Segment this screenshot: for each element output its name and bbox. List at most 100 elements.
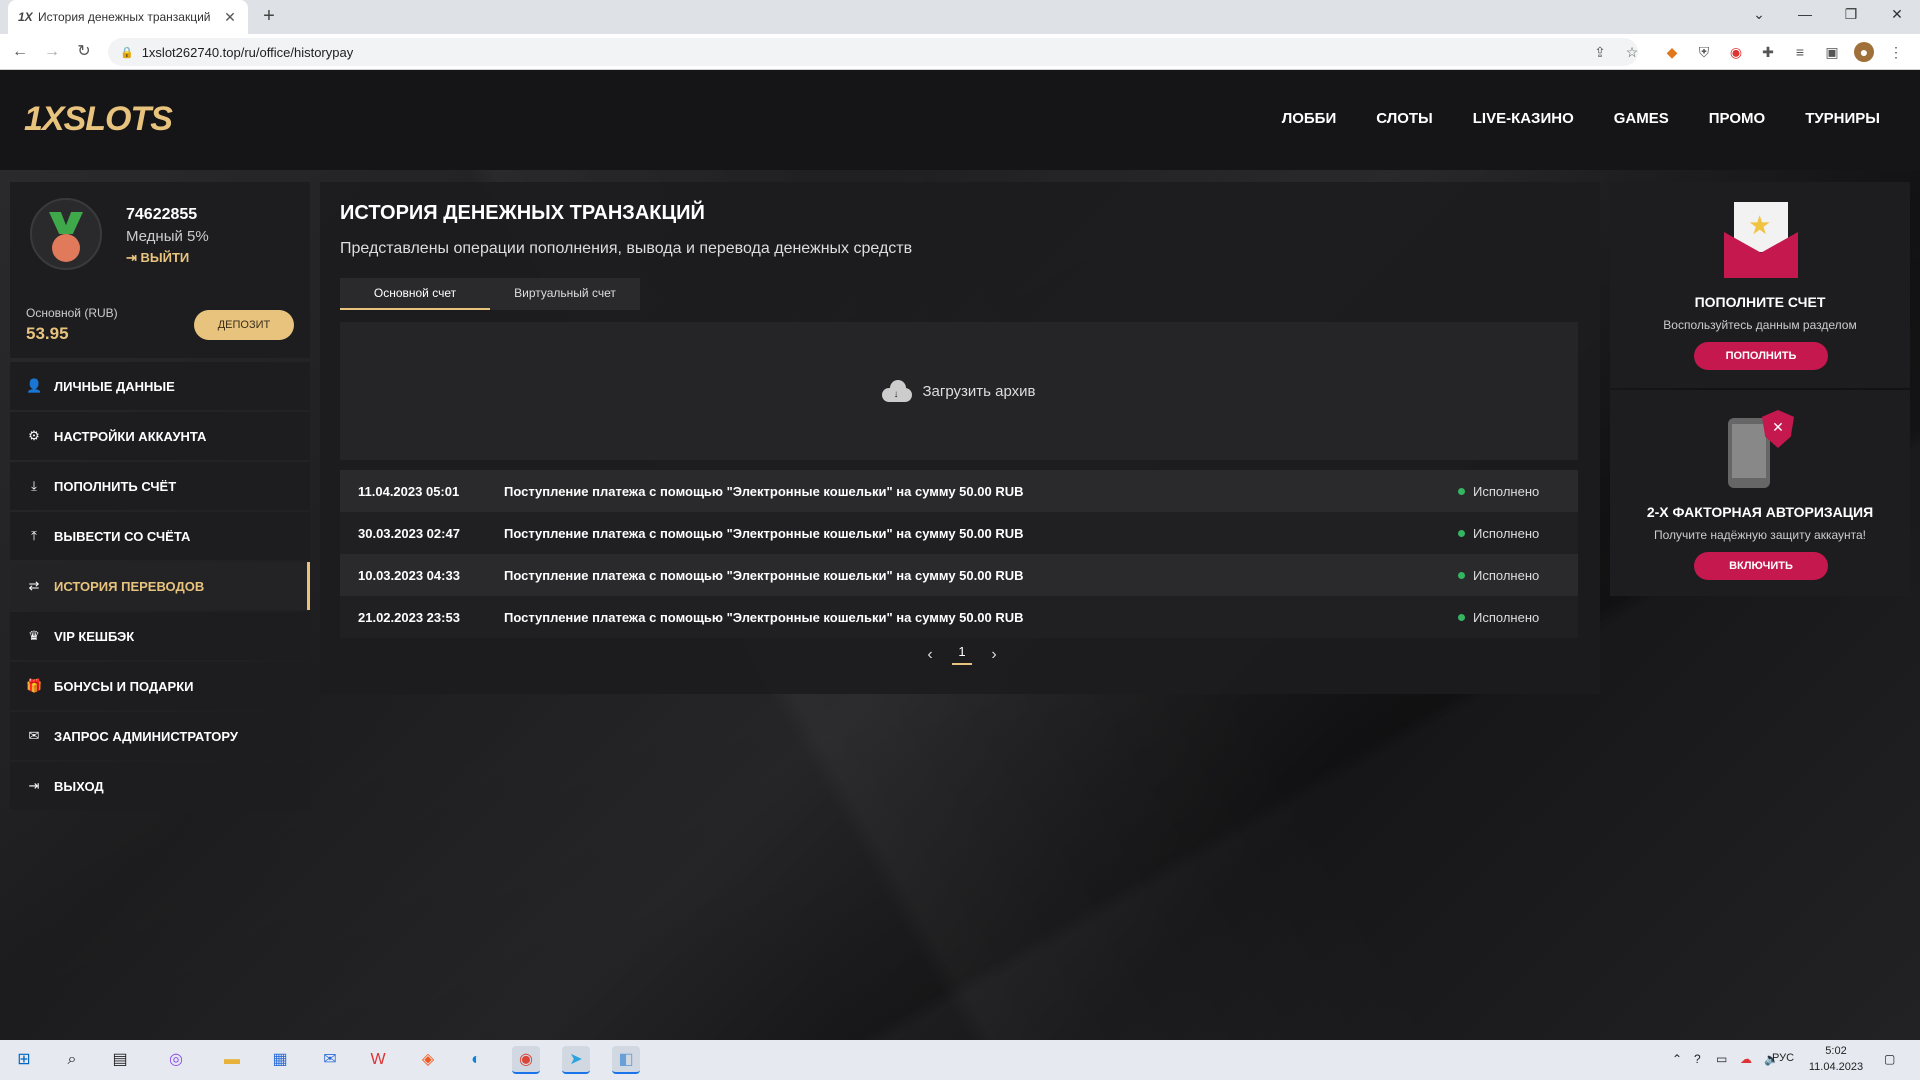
profile-card: 74622855 Медный 5% ⇥ ВЫЙТИ Основной (RUB… (10, 182, 310, 358)
address-bar[interactable]: 🔒 1xslot262740.top/ru/office/historypay (108, 38, 1638, 66)
notifications-icon[interactable]: ▢ (1884, 1052, 1895, 1066)
input-language[interactable]: РУС (1772, 1052, 1794, 1064)
search-icon[interactable]: ⌕ (58, 1046, 86, 1074)
sidebar-item-label: ИСТОРИЯ ПЕРЕВОДОВ (54, 578, 205, 594)
sidebar-item-exit[interactable]: ⇥ ВЫХОД (10, 762, 310, 810)
reload-icon[interactable]: ↻ (72, 40, 96, 64)
shield-extension-icon[interactable]: ⛨ (1694, 42, 1714, 62)
cloud-sync-icon[interactable]: ☁ (1740, 1052, 1752, 1066)
table-row: 21.02.2023 23:53 Поступление платежа с п… (340, 596, 1578, 638)
table-row: 11.04.2023 05:01 Поступление платежа с п… (340, 470, 1578, 512)
tx-date: 10.03.2023 04:33 (358, 567, 460, 583)
profile-avatar[interactable]: ● (1854, 42, 1874, 62)
status-text: Исполнено (1473, 609, 1540, 625)
metamask-extension-icon[interactable]: ◆ (1662, 42, 1682, 62)
promo-enable-2fa-button[interactable]: ВКЛЮЧИТЬ (1694, 552, 1828, 580)
account-sidebar: 👤 ЛИЧНЫЕ ДАННЫЕ ⚙ НАСТРОЙКИ АККАУНТА ⤓ П… (10, 362, 310, 812)
sidebar-item-withdraw[interactable]: ⤒ ВЫВЕСТИ СО СЧЁТА (10, 512, 310, 560)
sidebar-item-deposit[interactable]: ⤓ ПОПОЛНИТЬ СЧЁТ (10, 462, 310, 510)
nav-games[interactable]: GAMES (1614, 110, 1669, 127)
new-tab-button[interactable]: + (258, 6, 280, 28)
store-icon[interactable]: ▦ (266, 1046, 294, 1074)
help-icon[interactable]: ? (1694, 1052, 1701, 1066)
nav-tournaments[interactable]: ТУРНИРЫ (1805, 110, 1880, 127)
sidebar-item-personal-data[interactable]: 👤 ЛИЧНЫЕ ДАННЫЕ (10, 362, 310, 410)
network-icon[interactable]: ▭ (1716, 1052, 1727, 1066)
windows-start-icon[interactable]: ⊞ (10, 1046, 38, 1074)
gift-icon: 🎁 (26, 678, 43, 693)
brave-browser-icon[interactable]: ◈ (414, 1046, 442, 1074)
sidebar-item-admin-request[interactable]: ✉ ЗАПРОС АДМИНИСТРАТОРУ (10, 712, 310, 760)
browser-tab[interactable]: 1X История денежных транзакций ✕ (8, 0, 248, 34)
status-dot-icon (1458, 487, 1465, 495)
phone-icon (1728, 418, 1770, 488)
tab-close-icon[interactable]: ✕ (222, 9, 238, 26)
tray-chevron-icon[interactable]: ⌃ (1672, 1052, 1682, 1066)
bookmark-star-icon[interactable]: ☆ (1622, 42, 1642, 62)
browser-menu-icon[interactable]: ⋮ (1886, 42, 1906, 62)
side-panel-icon[interactable]: ▣ (1822, 42, 1842, 62)
tab-search-icon[interactable]: ⌄ (1736, 0, 1782, 30)
tab-virtual-account[interactable]: Виртуальный счет (490, 278, 640, 310)
wps-office-icon[interactable]: W (364, 1046, 392, 1074)
sidebar-item-bonuses[interactable]: 🎁 БОНУСЫ И ПОДАРКИ (10, 662, 310, 710)
camera-extension-icon[interactable]: ◉ (1726, 42, 1746, 62)
back-icon[interactable]: ← (8, 40, 32, 64)
gears-icon: ⚙ (28, 428, 40, 443)
cloud-download-icon: ↓ (882, 380, 913, 402)
edge-browser-icon[interactable]: ◐ (462, 1046, 490, 1074)
tx-description: Поступление платежа с помощью "Электронн… (504, 567, 1024, 583)
sidebar-item-label: БОНУСЫ И ПОДАРКИ (54, 678, 194, 694)
nav-lobby[interactable]: ЛОББИ (1282, 110, 1337, 127)
app-icon[interactable]: ◧ (612, 1046, 640, 1074)
table-row: 10.03.2023 04:33 Поступление платежа с п… (340, 554, 1578, 596)
nav-slots[interactable]: СЛОТЫ (1376, 110, 1433, 127)
prev-page-icon[interactable]: ‹ (924, 646, 936, 664)
minimize-button[interactable]: — (1782, 0, 1828, 30)
nav-live-casino[interactable]: LIVE-КАЗИНО (1473, 110, 1574, 127)
forward-icon[interactable]: → (40, 40, 64, 64)
lock-icon[interactable]: 🔒 (120, 46, 134, 59)
sidebar-item-account-settings[interactable]: ⚙ НАСТРОЙКИ АККАУНТА (10, 412, 310, 460)
promo-deposit-button[interactable]: ПОПОЛНИТЬ (1694, 342, 1828, 370)
close-window-button[interactable]: ✕ (1874, 0, 1920, 30)
page-number[interactable]: 1 (952, 644, 972, 665)
status-badge: Исполнено (1458, 610, 1578, 625)
transactions-panel: ИСТОРИЯ ДЕНЕЖНЫХ ТРАНЗАКЦИЙ Представлены… (320, 182, 1600, 694)
promo-description: Воспользуйтесь данным разделом (1663, 318, 1857, 332)
download-archive-button[interactable]: ↓ Загрузить архив (340, 322, 1578, 460)
status-dot-icon (1458, 613, 1465, 621)
status-badge: Исполнено (1458, 526, 1578, 541)
sidebar-item-label: ЛИЧНЫЕ ДАННЫЕ (54, 378, 175, 394)
share-icon[interactable]: ⇪ (1590, 42, 1610, 62)
balance-label: Основной (RUB) (26, 306, 118, 320)
page-title: ИСТОРИЯ ДЕНЕЖНЫХ ТРАНЗАКЦИЙ (340, 202, 705, 224)
task-view-icon[interactable]: ▤ (106, 1046, 134, 1074)
deposit-button[interactable]: ДЕПОЗИТ (194, 310, 294, 340)
next-page-icon[interactable]: › (988, 646, 1000, 664)
chrome-browser-icon[interactable]: ◉ (512, 1046, 540, 1074)
reading-list-icon[interactable]: ≡ (1790, 42, 1810, 62)
sidebar-item-label: НАСТРОЙКИ АККАУНТА (54, 428, 207, 444)
telegram-icon[interactable]: ➤ (562, 1046, 590, 1074)
extensions-icon[interactable]: ✚ (1758, 42, 1778, 62)
taskbar-clock[interactable]: 5:02 11.04.2023 (1806, 1043, 1866, 1075)
exit-icon: ⇥ (28, 778, 40, 793)
restore-button[interactable]: ❐ (1828, 0, 1874, 30)
sidebar-item-vip-cashback[interactable]: ♛ VIP КЕШБЭК (10, 612, 310, 660)
file-explorer-icon[interactable]: ▬ (218, 1046, 246, 1074)
browser-tabstrip: 1X История денежных транзакций ✕ + ⌄ — ❐… (0, 0, 1920, 34)
tab-main-account[interactable]: Основной счет (340, 278, 490, 310)
windows-taskbar: ⊞ ⌕ ▤ ◎ ▬ ▦ ✉ W ◈ ◐ ◉ ➤ ◧ ⌃ ? ▭ ☁ 🔈 РУС … (0, 1040, 1920, 1080)
mail-app-icon[interactable]: ✉ (316, 1046, 344, 1074)
logout-label: ВЫЙТИ (140, 250, 190, 265)
sidebar-item-transfer-history[interactable]: ⇄ ИСТОРИЯ ПЕРЕВОДОВ (10, 562, 310, 610)
site-header: 1XSLOTS ЛОББИ СЛОТЫ LIVE-КАЗИНО GAMES ПР… (0, 70, 1920, 170)
nav-promo[interactable]: ПРОМО (1709, 110, 1765, 127)
status-text: Исполнено (1473, 525, 1540, 541)
site-logo[interactable]: 1XSLOTS (24, 100, 173, 139)
site-favicon-icon: 1X (18, 10, 33, 24)
alice-assistant-icon[interactable]: ◎ (162, 1046, 190, 1074)
logout-link[interactable]: ⇥ ВЫЙТИ (126, 250, 189, 266)
transfer-icon: ⇄ (28, 578, 40, 593)
